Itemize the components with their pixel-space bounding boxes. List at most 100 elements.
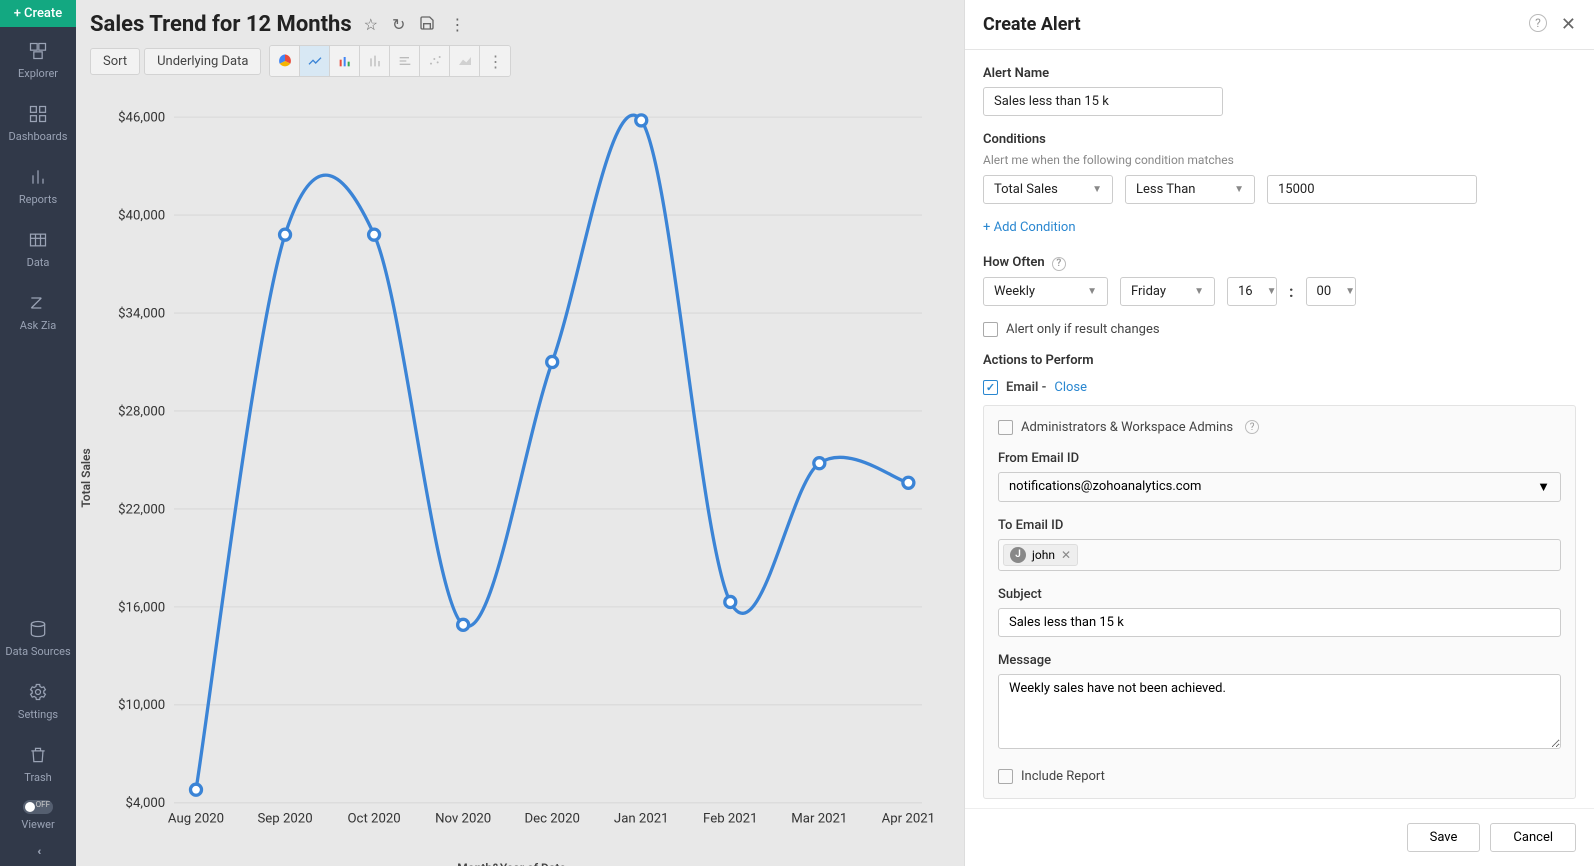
area-icon: [457, 53, 473, 69]
panel-title: Create Alert: [983, 14, 1081, 35]
pie-icon: [277, 53, 293, 69]
chart-type-bar[interactable]: [330, 46, 360, 76]
more-icon: ⋮: [487, 52, 503, 71]
more-icon[interactable]: ⋮: [449, 15, 465, 35]
chart-type-more[interactable]: ⋮: [480, 46, 510, 76]
save-icon[interactable]: [419, 15, 435, 35]
sidebar-item-askzia[interactable]: Ask Zia: [0, 279, 76, 342]
create-alert-panel: Create Alert ? ✕ Alert Name Conditions A…: [964, 0, 1594, 866]
svg-text:$34,000: $34,000: [118, 306, 165, 321]
email-label: Email -: [1006, 380, 1046, 395]
sidebar-item-explorer[interactable]: Explorer: [0, 27, 76, 90]
refresh-icon[interactable]: ↻: [392, 15, 405, 35]
sidebar-label: Data: [27, 256, 50, 269]
add-condition-link[interactable]: + Add Condition: [983, 220, 1076, 235]
svg-text:Mar 2021: Mar 2021: [791, 812, 847, 827]
chevron-down-icon: ▼: [1234, 184, 1244, 195]
chart-type-pie[interactable]: [270, 46, 300, 76]
subject-label: Subject: [998, 587, 1561, 602]
sidebar: + Create Explorer Dashboards Reports Dat…: [0, 0, 76, 866]
subject-input[interactable]: [998, 608, 1561, 637]
save-button[interactable]: Save: [1407, 823, 1481, 852]
email-close-link[interactable]: Close: [1054, 380, 1087, 395]
sidebar-item-data-sources[interactable]: Data Sources: [0, 605, 76, 668]
day-select[interactable]: Friday ▼: [1120, 277, 1215, 306]
chevron-down-icon: ▼: [1087, 286, 1097, 297]
chart-type-hbar[interactable]: [390, 46, 420, 76]
sidebar-item-reports[interactable]: Reports: [0, 153, 76, 216]
admins-checkbox[interactable]: [998, 420, 1013, 435]
create-button[interactable]: + Create: [0, 0, 76, 27]
select-value: 16: [1238, 284, 1253, 299]
svg-text:$46,000: $46,000: [118, 111, 165, 126]
sidebar-collapse[interactable]: ‹‹: [0, 837, 76, 866]
cancel-button[interactable]: Cancel: [1490, 823, 1576, 852]
hour-select[interactable]: 16 ▼: [1227, 277, 1277, 306]
create-label: Create: [24, 6, 62, 21]
include-report-checkbox[interactable]: [998, 769, 1013, 784]
alert-name-input[interactable]: [983, 87, 1223, 116]
help-icon[interactable]: ?: [1052, 257, 1066, 271]
page-title: Sales Trend for 12 Months: [90, 12, 352, 37]
close-icon[interactable]: ✕: [1561, 14, 1576, 35]
plus-icon: +: [14, 6, 21, 21]
line-chart: $4,000$10,000$16,000$22,000$28,000$34,00…: [86, 95, 944, 847]
title-bar: Sales Trend for 12 Months ☆ ↻ ⋮: [76, 0, 964, 45]
svg-text:$4,000: $4,000: [126, 796, 166, 811]
sidebar-label: Data Sources: [5, 645, 70, 658]
email-checkbox[interactable]: [983, 380, 998, 395]
include-report-label: Include Report: [1021, 769, 1105, 784]
underlying-data-button[interactable]: Underlying Data: [144, 48, 261, 75]
email-settings-box: Administrators & Workspace Admins ? From…: [983, 405, 1576, 799]
sort-button[interactable]: Sort: [90, 48, 140, 75]
to-email-input[interactable]: J john ✕: [998, 539, 1561, 571]
y-axis-label: Total Sales: [79, 448, 93, 507]
time-colon: :: [1289, 282, 1294, 301]
help-icon[interactable]: ?: [1529, 14, 1547, 32]
hbar-icon: [397, 53, 413, 69]
alert-only-checkbox[interactable]: [983, 322, 998, 337]
chevron-down-icon: ▼: [1537, 479, 1550, 495]
panel-header: Create Alert ? ✕: [965, 0, 1594, 50]
svg-text:Aug 2020: Aug 2020: [168, 812, 224, 827]
svg-text:$40,000: $40,000: [118, 208, 165, 223]
condition-operator-select[interactable]: Less Than ▼: [1125, 175, 1255, 204]
sidebar-label: Trash: [24, 771, 51, 784]
message-textarea[interactable]: [998, 674, 1561, 749]
remove-tag-icon[interactable]: ✕: [1061, 548, 1071, 562]
chevron-down-icon: ▼: [1194, 286, 1204, 297]
sidebar-label: Settings: [18, 708, 58, 721]
star-icon[interactable]: ☆: [364, 15, 378, 35]
x-axis-label-row[interactable]: Month&Year of Date ▼: [76, 857, 964, 866]
chart-container: Total Sales $4,000$10,000$16,000$22,000$…: [76, 85, 964, 857]
svg-text:Oct 2020: Oct 2020: [347, 812, 400, 827]
chart-type-line[interactable]: [300, 46, 330, 76]
from-email-select[interactable]: notifications@zohoanalytics.com ▼: [998, 472, 1561, 502]
frequency-select[interactable]: Weekly ▼: [983, 277, 1108, 306]
sidebar-item-settings[interactable]: Settings: [0, 668, 76, 731]
select-value: 00: [1317, 284, 1332, 299]
data-sources-icon: [28, 619, 48, 639]
minute-select[interactable]: 00 ▼: [1306, 277, 1356, 306]
recipient-name: john: [1032, 548, 1055, 562]
data-icon: [28, 230, 48, 250]
chart-type-scatter[interactable]: [420, 46, 450, 76]
select-value: Weekly: [994, 284, 1035, 299]
panel-footer: Save Cancel: [965, 808, 1594, 866]
trash-icon: [28, 745, 48, 765]
svg-text:Nov 2020: Nov 2020: [435, 812, 491, 827]
alert-name-label: Alert Name: [983, 66, 1576, 81]
alert-only-label: Alert only if result changes: [1006, 322, 1160, 337]
sidebar-item-trash[interactable]: Trash: [0, 731, 76, 794]
gear-icon: [28, 682, 48, 702]
condition-value-input[interactable]: [1267, 175, 1477, 204]
viewer-toggle[interactable]: OFF: [23, 800, 53, 814]
condition-field-select[interactable]: Total Sales ▼: [983, 175, 1113, 204]
chart-type-area[interactable]: [450, 46, 480, 76]
chart-type-stacked-bar[interactable]: [360, 46, 390, 76]
sidebar-item-data[interactable]: Data: [0, 216, 76, 279]
sidebar-label: Dashboards: [9, 130, 68, 143]
chevron-down-icon: ▼: [1092, 184, 1102, 195]
help-icon[interactable]: ?: [1245, 420, 1259, 434]
sidebar-item-dashboards[interactable]: Dashboards: [0, 90, 76, 153]
